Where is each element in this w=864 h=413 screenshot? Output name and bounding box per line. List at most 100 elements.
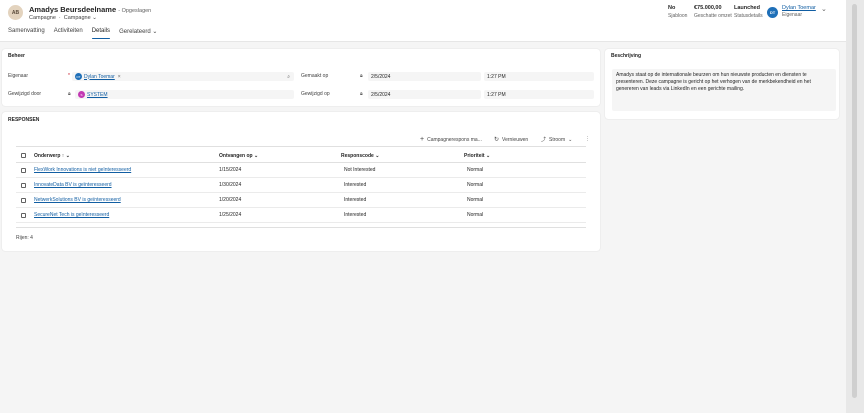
gewijzigd-op-time-field: 1:27 PM xyxy=(484,90,594,99)
flow-button[interactable]: ⤴ Stroom ⌄ xyxy=(541,136,573,144)
system-mini-avatar: S xyxy=(78,91,85,98)
page-scrollbar[interactable] xyxy=(846,0,864,413)
row-checkbox[interactable] xyxy=(21,213,26,218)
record-title: Amadys Beursdeelname - Opgeslagen xyxy=(29,5,151,14)
beheer-section: Beheer Eigenaar * DT Dylan Toemar × ⌕ Ge… xyxy=(2,49,600,106)
chevron-down-icon: ⌄ xyxy=(375,153,380,159)
new-response-button[interactable]: + Campagnerespons ma... xyxy=(420,136,482,143)
divider xyxy=(16,227,586,228)
priority: Normal xyxy=(467,197,484,203)
owner-link[interactable]: Dylan Toemar xyxy=(782,5,816,11)
section-title: Beschrijving xyxy=(611,53,642,59)
form-selector[interactable]: Campagne ⌄ xyxy=(64,15,97,21)
header-field-geschatte-omzet: €75.000,00 Geschatte omzet xyxy=(694,5,732,19)
record-avatar: AB xyxy=(8,5,23,20)
header-field-value: No xyxy=(668,5,676,11)
section-title: Beheer xyxy=(8,53,25,59)
tab-samenvatting[interactable]: Samenvatting xyxy=(8,28,45,39)
gewijzigd-op-label: Gewijzigd op xyxy=(301,91,330,97)
table-row[interactable]: InnovateData BV is geïnteresseerd 1/30/2… xyxy=(16,178,586,193)
subject-link[interactable]: InnovateData BV is geïnteresseerd xyxy=(34,182,112,188)
row-checkbox[interactable] xyxy=(21,198,26,203)
refresh-button[interactable]: ↻ Vernieuwen xyxy=(494,136,529,144)
column-header-onderwerp[interactable]: Onderwerp ↑ ⌄ xyxy=(34,153,70,159)
received-date: 1/30/2024 xyxy=(219,182,242,188)
chevron-down-icon: ⌄ xyxy=(568,136,573,143)
more-commands-icon[interactable]: ⋮ xyxy=(585,136,590,142)
clear-icon[interactable]: × xyxy=(118,74,121,80)
gemaakt-op-label: Gemaakt op xyxy=(301,73,329,79)
table-row[interactable]: SecureNet Tech is geïnteresseerd 1/25/20… xyxy=(16,208,586,223)
flow-label: Stroom xyxy=(549,136,566,143)
row-checkbox[interactable] xyxy=(21,168,26,173)
lock-icon: 🔒︎ xyxy=(360,73,363,79)
add-icon: + xyxy=(420,136,425,143)
expand-header-chevron-icon[interactable]: ⌄ xyxy=(821,5,827,13)
response-code: Not Interested xyxy=(344,167,376,173)
header-field-label: Statusdetails xyxy=(734,13,763,19)
beschrijving-section: Beschrijving Amadys staat op de internat… xyxy=(605,49,839,119)
lock-icon: 🔒︎ xyxy=(360,91,363,97)
header-field-label: Sjabloon xyxy=(668,13,688,19)
header-field-value: Launched xyxy=(734,5,760,11)
select-all-checkbox[interactable] xyxy=(21,153,26,158)
received-date: 1/25/2024 xyxy=(219,212,242,218)
column-header-prioriteit[interactable]: Prioriteit ⌄ xyxy=(464,153,490,159)
chevron-down-icon: ⌄ xyxy=(92,15,97,21)
column-header-label: Prioriteit xyxy=(464,153,485,159)
received-date: 1/20/2024 xyxy=(219,197,242,203)
gewijzigd-door-label: Gewijzigd door xyxy=(8,91,42,97)
subject-link[interactable]: SecureNet Tech is geïnteresseerd xyxy=(34,212,109,218)
priority: Normal xyxy=(467,212,484,218)
gewijzigd-door-value-link[interactable]: SYSTEM xyxy=(87,92,108,98)
gemaakt-op-time-field: 1:27 PM xyxy=(484,72,594,81)
refresh-label: Vernieuwen xyxy=(502,136,529,143)
table-row[interactable]: FlexWork Innovations is niet geïnteresse… xyxy=(16,163,586,178)
column-header-responscode[interactable]: Responscode ⌄ xyxy=(341,153,379,159)
section-title: RESPONSEN xyxy=(8,117,40,123)
lock-icon: 🔒︎ xyxy=(68,91,71,97)
subject-link[interactable]: NetwerkSolutions BV is geïnteresseerd xyxy=(34,197,121,203)
tab-activiteiten[interactable]: Activiteiten xyxy=(54,28,83,39)
priority: Normal xyxy=(467,182,484,188)
save-status: - Opgeslagen xyxy=(118,8,152,14)
priority: Normal xyxy=(467,167,484,173)
chevron-down-icon: ⌄ xyxy=(254,153,259,159)
owner-mini-avatar: DT xyxy=(75,73,82,80)
search-icon[interactable]: ⌕ xyxy=(287,74,290,80)
record-title-text: Amadys Beursdeelname xyxy=(29,5,117,14)
rows-count: Rijen: 4 xyxy=(16,235,33,241)
chevron-down-icon: ⌄ xyxy=(485,153,491,159)
response-code: Interested xyxy=(344,182,367,188)
gewijzigd-op-date-field: 2/5/2024 xyxy=(368,90,481,99)
column-header-label: Onderwerp ↑ xyxy=(34,153,65,159)
chevron-down-icon: ⌄ xyxy=(152,29,158,35)
header-field-value: €75.000,00 xyxy=(694,5,722,11)
refresh-icon: ↻ xyxy=(494,137,500,143)
entity-name: Campagne xyxy=(29,15,56,21)
flow-icon: ⤴ xyxy=(541,137,547,143)
record-subtitle: Campagne · Campagne ⌄ xyxy=(29,15,97,21)
header-field-statusdetails: Launched Statusdetails xyxy=(734,5,763,19)
subject-link[interactable]: FlexWork Innovations is niet geïnteresse… xyxy=(34,167,131,173)
chevron-down-icon: ⌄ xyxy=(65,153,70,159)
responses-section: RESPONSEN + Campagnerespons ma... ↻ Vern… xyxy=(2,112,600,251)
header-field-label: Geschatte omzet xyxy=(694,13,732,19)
tab-gerelateerd[interactable]: Gerelateerd ⌄ xyxy=(119,28,157,39)
tab-details[interactable]: Details xyxy=(91,28,111,39)
response-code: Interested xyxy=(344,197,367,203)
table-row[interactable]: NetwerkSolutions BV is geïnteresseerd 1/… xyxy=(16,193,586,208)
eigenaar-value-link[interactable]: Dylan Toemar xyxy=(84,74,115,80)
column-header-label: Responscode xyxy=(341,153,374,159)
description-field[interactable]: Amadys staat op de internationale beurze… xyxy=(612,69,836,111)
gewijzigd-door-field: S SYSTEM xyxy=(75,90,294,99)
separator-dot: · xyxy=(58,15,61,21)
eigenaar-lookup-field[interactable]: DT Dylan Toemar × ⌕ xyxy=(72,72,294,81)
received-date: 1/15/2024 xyxy=(219,167,242,173)
row-checkbox[interactable] xyxy=(21,183,26,188)
scrollbar-thumb[interactable] xyxy=(852,4,857,398)
column-header-ontvangen-op[interactable]: Ontvangen op ⌄ xyxy=(219,153,258,159)
new-response-label: Campagnerespons ma... xyxy=(427,136,482,143)
divider xyxy=(16,146,586,147)
tab-gerelateerd-label: Gerelateerd xyxy=(119,29,151,35)
